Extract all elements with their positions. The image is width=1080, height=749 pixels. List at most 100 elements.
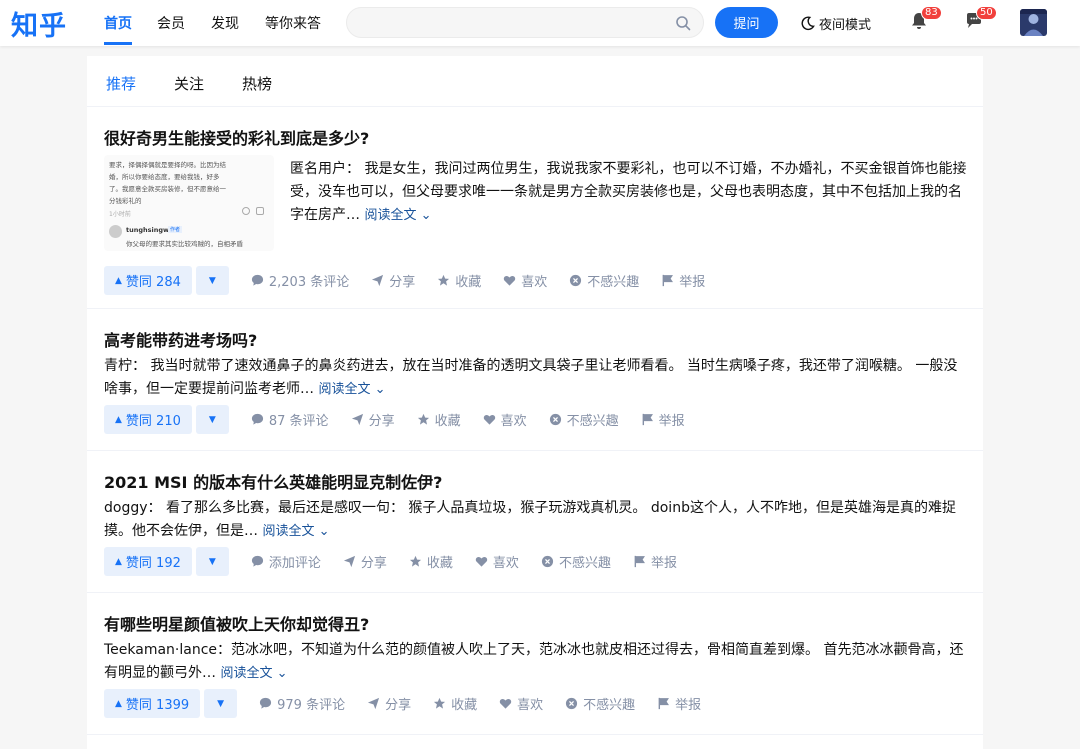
- read-more-link[interactable]: 阅读全文 ⌄: [364, 208, 431, 223]
- feed-tab-hot[interactable]: 热榜: [242, 73, 272, 94]
- message-count-badge: 50: [976, 6, 997, 20]
- upvote-button[interactable]: ▲ 赞同 284: [104, 266, 192, 295]
- nav-tab-discover[interactable]: 发现: [211, 13, 239, 33]
- comment-button[interactable]: 添加评论: [251, 552, 321, 571]
- feed-item: 高考能带药进考场吗? 青柠： 我当时就带了速效通鼻子的鼻炎药进去，放在当时准备的…: [87, 310, 983, 451]
- star-icon: [417, 413, 429, 425]
- share-button[interactable]: 分享: [351, 410, 395, 429]
- triangle-down-icon: ▼: [208, 275, 216, 286]
- action-bar: ▲ 赞同 210 ▼ 87 条评论 分享 收藏 喜欢 不感兴趣 举报: [104, 405, 685, 434]
- zhihu-logo[interactable]: 知乎: [11, 4, 67, 43]
- answer-excerpt[interactable]: doggy： 看了那么多比赛，最后还是感叹一句： 猴子人品真垃圾，猴子玩游戏真机…: [104, 497, 970, 543]
- paper-plane-icon: [372, 274, 384, 287]
- night-mode-toggle[interactable]: 夜间模式: [800, 14, 871, 33]
- share-button[interactable]: 分享: [371, 271, 415, 290]
- nav-tab-home[interactable]: 首页: [104, 13, 132, 33]
- messages-button[interactable]: 50: [964, 6, 997, 33]
- triangle-up-icon: ▲: [115, 556, 122, 567]
- notification-count-badge: 83: [921, 6, 942, 20]
- question-title[interactable]: 有哪些明星颜值被吹上天你却觉得丑?: [104, 611, 369, 635]
- heart-icon: [499, 699, 512, 709]
- answer-excerpt[interactable]: 匿名用户： 我是女生，我问过两位男生，我说我家不要彩礼，也可以不订婚，不办婚礼，…: [290, 158, 970, 227]
- downvote-button[interactable]: ▼: [204, 689, 238, 718]
- triangle-down-icon: ▼: [208, 414, 216, 425]
- triangle-down-icon: ▼: [208, 556, 216, 567]
- thumb-time: 1小时前: [109, 211, 131, 218]
- close-circle-icon: [570, 274, 582, 287]
- heart-icon: [483, 415, 495, 425]
- triangle-up-icon: ▲: [115, 414, 122, 425]
- thumb-avatar: [109, 225, 122, 238]
- question-title[interactable]: 高考能带药进考场吗?: [104, 327, 257, 351]
- thumb-text-line: 了。我愿意全款买房装修，但不愿意给一: [109, 185, 226, 193]
- comment-button[interactable]: 2,203 条评论: [251, 271, 349, 290]
- like-button[interactable]: 喜欢: [503, 271, 547, 290]
- feed-tab-recommend[interactable]: 推荐: [106, 73, 136, 94]
- upvote-button[interactable]: ▲ 赞同 1399: [104, 689, 201, 718]
- paper-plane-icon: [343, 555, 355, 568]
- star-icon: [438, 274, 450, 286]
- downvote-button[interactable]: ▼: [195, 547, 229, 576]
- not-interested-button[interactable]: 不感兴趣: [541, 552, 611, 571]
- downvote-button[interactable]: ▼: [195, 405, 229, 434]
- share-button[interactable]: 分享: [367, 694, 411, 713]
- downvote-button[interactable]: ▼: [195, 266, 229, 295]
- share-button[interactable]: 分享: [343, 552, 387, 571]
- not-interested-button[interactable]: 不感兴趣: [569, 271, 639, 290]
- collect-button[interactable]: 收藏: [433, 694, 477, 713]
- question-title[interactable]: 很好奇男生能接受的彩礼到底是多少?: [104, 125, 369, 149]
- comment-button[interactable]: 979 条评论: [259, 694, 345, 713]
- report-button[interactable]: 举报: [641, 410, 685, 429]
- ask-question-button[interactable]: 提问: [715, 7, 778, 38]
- answer-excerpt[interactable]: 青柠： 我当时就带了速效通鼻子的鼻炎药进去，放在当时准备的透明文具袋子里让老师看…: [104, 355, 970, 401]
- flag-icon: [642, 413, 653, 426]
- answer-excerpt[interactable]: Teekaman·lance：范冰冰吧，不知道为什么范的颜值被人吹上了天，范冰冰…: [104, 639, 970, 685]
- read-more-link[interactable]: 阅读全文 ⌄: [220, 666, 287, 681]
- active-tab-indicator: [104, 42, 132, 45]
- paper-plane-icon: [351, 413, 363, 426]
- user-avatar[interactable]: [1020, 9, 1047, 36]
- close-circle-icon: [549, 413, 561, 426]
- report-button[interactable]: 举报: [633, 552, 677, 571]
- comment-icon: [251, 555, 263, 567]
- feed-tabs: 推荐 关注 热榜: [87, 56, 983, 107]
- thumb-like-icon: [256, 207, 264, 215]
- like-button[interactable]: 喜欢: [499, 694, 543, 713]
- flag-icon: [658, 697, 670, 710]
- star-icon: [434, 697, 446, 709]
- feed-tab-following[interactable]: 关注: [174, 73, 204, 94]
- upvote-button[interactable]: ▲ 赞同 210: [104, 405, 192, 434]
- comment-button[interactable]: 87 条评论: [251, 410, 329, 429]
- like-button[interactable]: 喜欢: [483, 410, 527, 429]
- action-bar: ▲ 赞同 1399 ▼ 979 条评论 分享 收藏 喜欢 不感兴趣 举报: [104, 689, 701, 718]
- answer-thumbnail[interactable]: 要求，择偶择偶就是要择的呀。比因为结 婚，所以你要给态度，要给我钱，好多 了。我…: [104, 155, 274, 251]
- top-navigation-bar: 知乎 首页 会员 发现 等你来答 提问 夜间模式 83 50: [0, 0, 1080, 46]
- thumb-username: tunghsingw: [126, 226, 170, 234]
- search-input[interactable]: [346, 7, 704, 38]
- feed-item: 有哪些明星颜值被吹上天你却觉得丑? Teekaman·lance：范冰冰吧，不知…: [87, 594, 983, 735]
- like-button[interactable]: 喜欢: [475, 552, 519, 571]
- upvote-button[interactable]: ▲ 赞同 192: [104, 547, 192, 576]
- close-circle-icon: [566, 697, 578, 710]
- thumb-text-line: 要求，择偶择偶就是要择的呀。比因为结: [109, 161, 226, 169]
- heart-icon: [504, 276, 516, 286]
- not-interested-button[interactable]: 不感兴趣: [549, 410, 619, 429]
- search-icon[interactable]: [675, 15, 691, 31]
- feed-item: 2021 MSI 的版本有什么英雄能明显克制佐伊? doggy： 看了那么多比赛…: [87, 452, 983, 593]
- nav-tab-membership[interactable]: 会员: [157, 13, 185, 33]
- read-more-link[interactable]: 阅读全文 ⌄: [262, 524, 329, 539]
- star-icon: [409, 555, 421, 567]
- report-button[interactable]: 举报: [661, 271, 705, 290]
- report-button[interactable]: 举报: [657, 694, 701, 713]
- collect-button[interactable]: 收藏: [409, 552, 453, 571]
- question-title[interactable]: 2021 MSI 的版本有什么英雄能明显克制佐伊?: [104, 469, 442, 493]
- excerpt-text: 青柠： 我当时就带了速效通鼻子的鼻炎药进去，放在当时准备的透明文具袋子里让老师看…: [104, 358, 958, 397]
- action-bar: ▲ 赞同 284 ▼ 2,203 条评论 分享 收藏 喜欢 不感兴趣 举报: [104, 266, 705, 295]
- notifications-button[interactable]: 83: [909, 6, 942, 33]
- collect-button[interactable]: 收藏: [417, 410, 461, 429]
- excerpt-text: doggy： 看了那么多比赛，最后还是感叹一句： 猴子人品真垃圾，猴子玩游戏真机…: [104, 500, 956, 539]
- read-more-link[interactable]: 阅读全文 ⌄: [318, 382, 385, 397]
- collect-button[interactable]: 收藏: [437, 271, 481, 290]
- nav-tab-waiting-answers[interactable]: 等你来答: [265, 13, 321, 33]
- not-interested-button[interactable]: 不感兴趣: [565, 694, 635, 713]
